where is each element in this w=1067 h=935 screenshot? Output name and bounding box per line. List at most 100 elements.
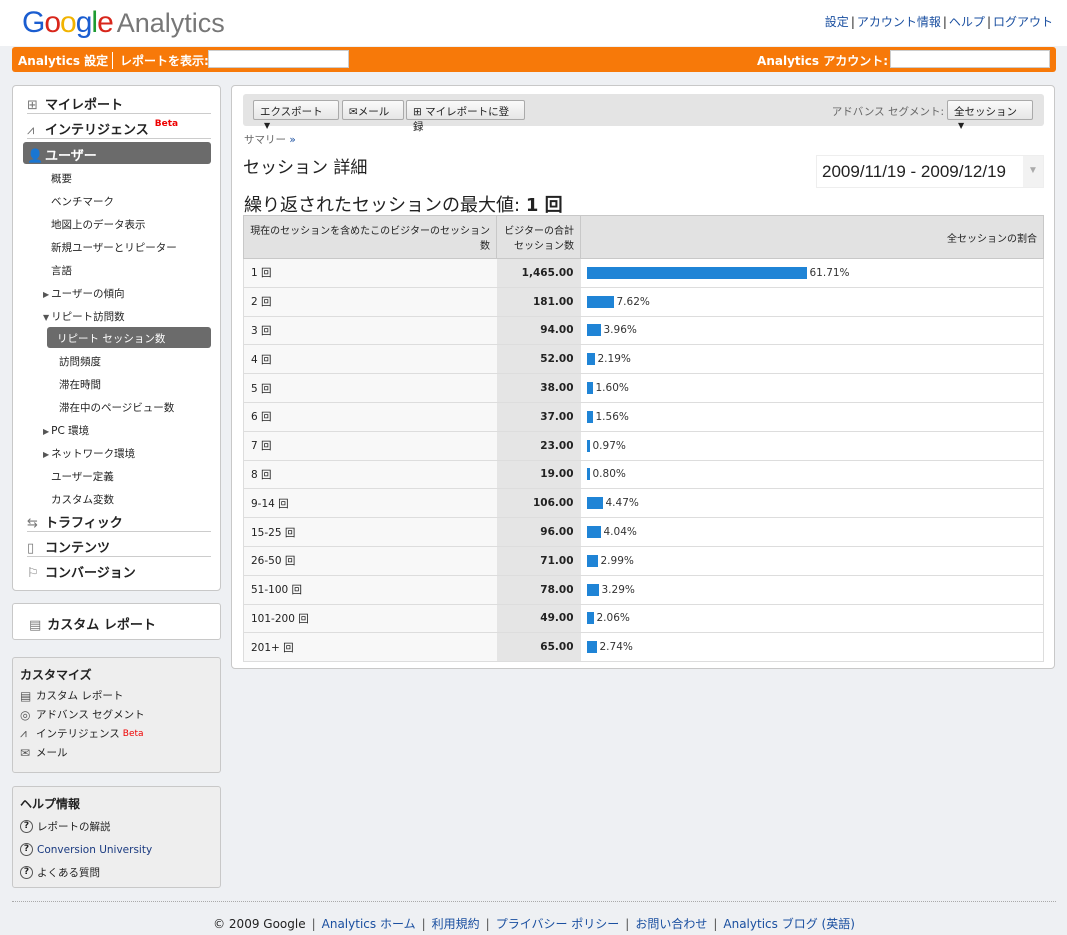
help-icon: ?	[20, 866, 33, 879]
percentage-cell: 4.47%	[580, 488, 1044, 519]
help-report-guide[interactable]: ? レポートの解説	[20, 815, 213, 838]
sidebar-sub-overview[interactable]: 概要	[51, 171, 72, 186]
sidebar-sub-repeat-sessions[interactable]: リピート セッション数	[47, 327, 211, 348]
grid-icon: ⊞	[413, 106, 422, 118]
sidebar-sub-new-vs-returning[interactable]: 新規ユーザーとリピーター	[51, 240, 177, 255]
percentage-value: 4.04%	[603, 526, 637, 539]
total-sessions-value: 52.00	[496, 344, 581, 375]
help-title: ヘルプ情報	[20, 797, 81, 811]
footer-link-terms[interactable]: 利用規約	[432, 917, 480, 931]
sidebar-item-intelligence[interactable]: ⩘ インテリジェンス Beta	[27, 115, 211, 139]
analytics-settings-link[interactable]: Analytics 設定	[18, 52, 108, 69]
sidebar-sub-repeat-visits[interactable]: ▼ リピート訪問数	[43, 309, 125, 324]
session-count-label: 51-100 回	[243, 575, 497, 605]
custom-report-button[interactable]: ▤ カスタム レポート	[12, 603, 221, 640]
total-sessions-value: 94.00	[496, 316, 581, 346]
sidebar-sub-user-trends[interactable]: ▶ ユーザーの傾向	[43, 286, 124, 301]
segment-select[interactable]: 全セッション ▼	[947, 100, 1033, 130]
help-faq[interactable]: ? よくある質問	[20, 861, 213, 884]
percentage-cell: 61.71%	[580, 258, 1044, 288]
sidebar-sub-pageviews[interactable]: 滞在中のページビュー数	[59, 400, 174, 415]
sidebar-sub-network[interactable]: ▶ ネットワーク環境	[43, 446, 135, 461]
settings-link[interactable]: 設定	[825, 15, 849, 29]
export-button[interactable]: エクスポート ▼	[253, 100, 339, 130]
table-row: 51-100 回 78.00 3.29%	[243, 575, 1044, 605]
percentage-bar	[586, 554, 598, 567]
sidebar-sub-languages[interactable]: 言語	[51, 263, 72, 278]
user-icon: 👤	[27, 149, 44, 164]
customize-custom-report[interactable]: ▤ カスタム レポート	[20, 686, 213, 705]
envelope-icon: ✉	[20, 745, 31, 760]
column-header-session-count[interactable]: 現在のセッションを含めたこのビジターのセッション数	[243, 215, 497, 259]
customize-intelligence[interactable]: ⩘ インテリジェンス Beta	[20, 724, 213, 743]
nav-bar: Analytics 設定 レポートを表示: Analytics アカウント:	[12, 47, 1056, 72]
collapse-arrow-icon: ▼	[43, 313, 50, 322]
percentage-value: 3.96%	[603, 324, 637, 337]
spike-chart-icon: ⩘	[20, 726, 27, 740]
account-select-input[interactable]	[890, 50, 1050, 68]
table-row: 5 回 38.00 1.60%	[243, 373, 1044, 403]
report-select-input[interactable]	[208, 50, 349, 68]
session-count-label: 26-50 回	[243, 546, 497, 576]
sidebar-item-conversion[interactable]: ⚐ コンバージョン	[27, 558, 211, 582]
percentage-value: 2.06%	[596, 612, 630, 625]
footer-link-blog[interactable]: Analytics ブログ (英語)	[723, 917, 855, 931]
table-row: 4 回 52.00 2.19%	[243, 344, 1044, 375]
session-count-label: 2 回	[243, 287, 497, 317]
percentage-value: 2.74%	[599, 641, 633, 654]
footer-link-contact[interactable]: お問い合わせ	[635, 917, 707, 931]
target-icon: ◎	[20, 707, 31, 722]
sidebar-item-users[interactable]: 👤 ユーザー	[23, 142, 211, 164]
sidebar-sub-pc-environment[interactable]: ▶ PC 環境	[43, 423, 89, 438]
percentage-bar	[586, 583, 599, 596]
percentage-cell: 3.96%	[580, 316, 1044, 346]
percentage-bar	[586, 641, 597, 654]
footer-link-privacy[interactable]: プライバシー ポリシー	[496, 917, 620, 931]
session-count-label: 4 回	[243, 344, 497, 375]
sidebar-item-traffic[interactable]: ⇆ トラフィック	[27, 508, 211, 532]
percentage-cell: 2.06%	[580, 604, 1044, 634]
sidebar-sub-visit-frequency[interactable]: 訪問頻度	[59, 354, 101, 369]
total-sessions-value: 37.00	[496, 402, 581, 432]
sidebar-sub-time-on-site[interactable]: 滞在時間	[59, 377, 101, 392]
total-sessions-value: 78.00	[496, 575, 581, 605]
total-sessions-value: 49.00	[496, 604, 581, 634]
percentage-cell: 2.19%	[580, 344, 1044, 375]
percentage-bar	[586, 324, 601, 337]
sidebar-item-my-report[interactable]: ⊞ マイレポート	[27, 90, 211, 114]
envelope-icon: ✉	[349, 106, 358, 118]
total-sessions-value: 106.00	[496, 488, 581, 519]
breadcrumb-summary[interactable]: サマリー	[244, 134, 286, 146]
help-link[interactable]: ヘルプ	[949, 15, 985, 29]
footer-link-home[interactable]: Analytics ホーム	[322, 917, 416, 931]
customize-advanced-segment[interactable]: ◎ アドバンス セグメント	[20, 705, 213, 724]
percentage-value: 4.47%	[605, 497, 639, 510]
column-header-percentage[interactable]: 全セッションの割合	[580, 215, 1044, 259]
email-button[interactable]: ✉メール	[342, 100, 404, 120]
sidebar-item-content[interactable]: ▯ コンテンツ	[27, 533, 211, 557]
customize-email[interactable]: ✉ メール	[20, 743, 213, 762]
logout-link[interactable]: ログアウト	[993, 15, 1053, 29]
add-to-my-report-button[interactable]: ⊞ マイレポートに登録	[406, 100, 525, 133]
percentage-bar	[586, 439, 590, 452]
session-count-label: 9-14 回	[243, 488, 497, 519]
sidebar-sub-map-overlay[interactable]: 地図上のデータ表示	[51, 217, 146, 232]
account-info-link[interactable]: アカウント情報	[857, 15, 941, 29]
percentage-value: 7.62%	[616, 295, 650, 308]
table-row: 2 回 181.00 7.62%	[243, 287, 1044, 317]
session-count-label: 101-200 回	[243, 604, 497, 634]
column-header-total-sessions[interactable]: ビジターの合計セッション数	[496, 215, 581, 259]
percentage-value: 3.29%	[601, 583, 635, 596]
dropdown-arrow-icon[interactable]: ▼	[1023, 156, 1043, 187]
percentage-bar	[586, 612, 594, 625]
date-range-picker[interactable]: 2009/11/19 - 2009/12/19 ▼	[816, 155, 1044, 188]
session-count-label: 8 回	[243, 460, 497, 490]
sidebar-sub-user-defined[interactable]: ユーザー定義	[51, 469, 114, 484]
google-analytics-logo[interactable]: Google Analytics	[22, 6, 225, 40]
table-row: 26-50 回 71.00 2.99%	[243, 546, 1044, 576]
percentage-cell: 0.80%	[580, 460, 1044, 490]
sidebar-sub-custom-variables[interactable]: カスタム変数	[51, 492, 114, 507]
table-row: 9-14 回 106.00 4.47%	[243, 488, 1044, 519]
help-conversion-university[interactable]: ? Conversion University	[20, 838, 213, 861]
sidebar-sub-benchmark[interactable]: ベンチマーク	[51, 194, 114, 209]
